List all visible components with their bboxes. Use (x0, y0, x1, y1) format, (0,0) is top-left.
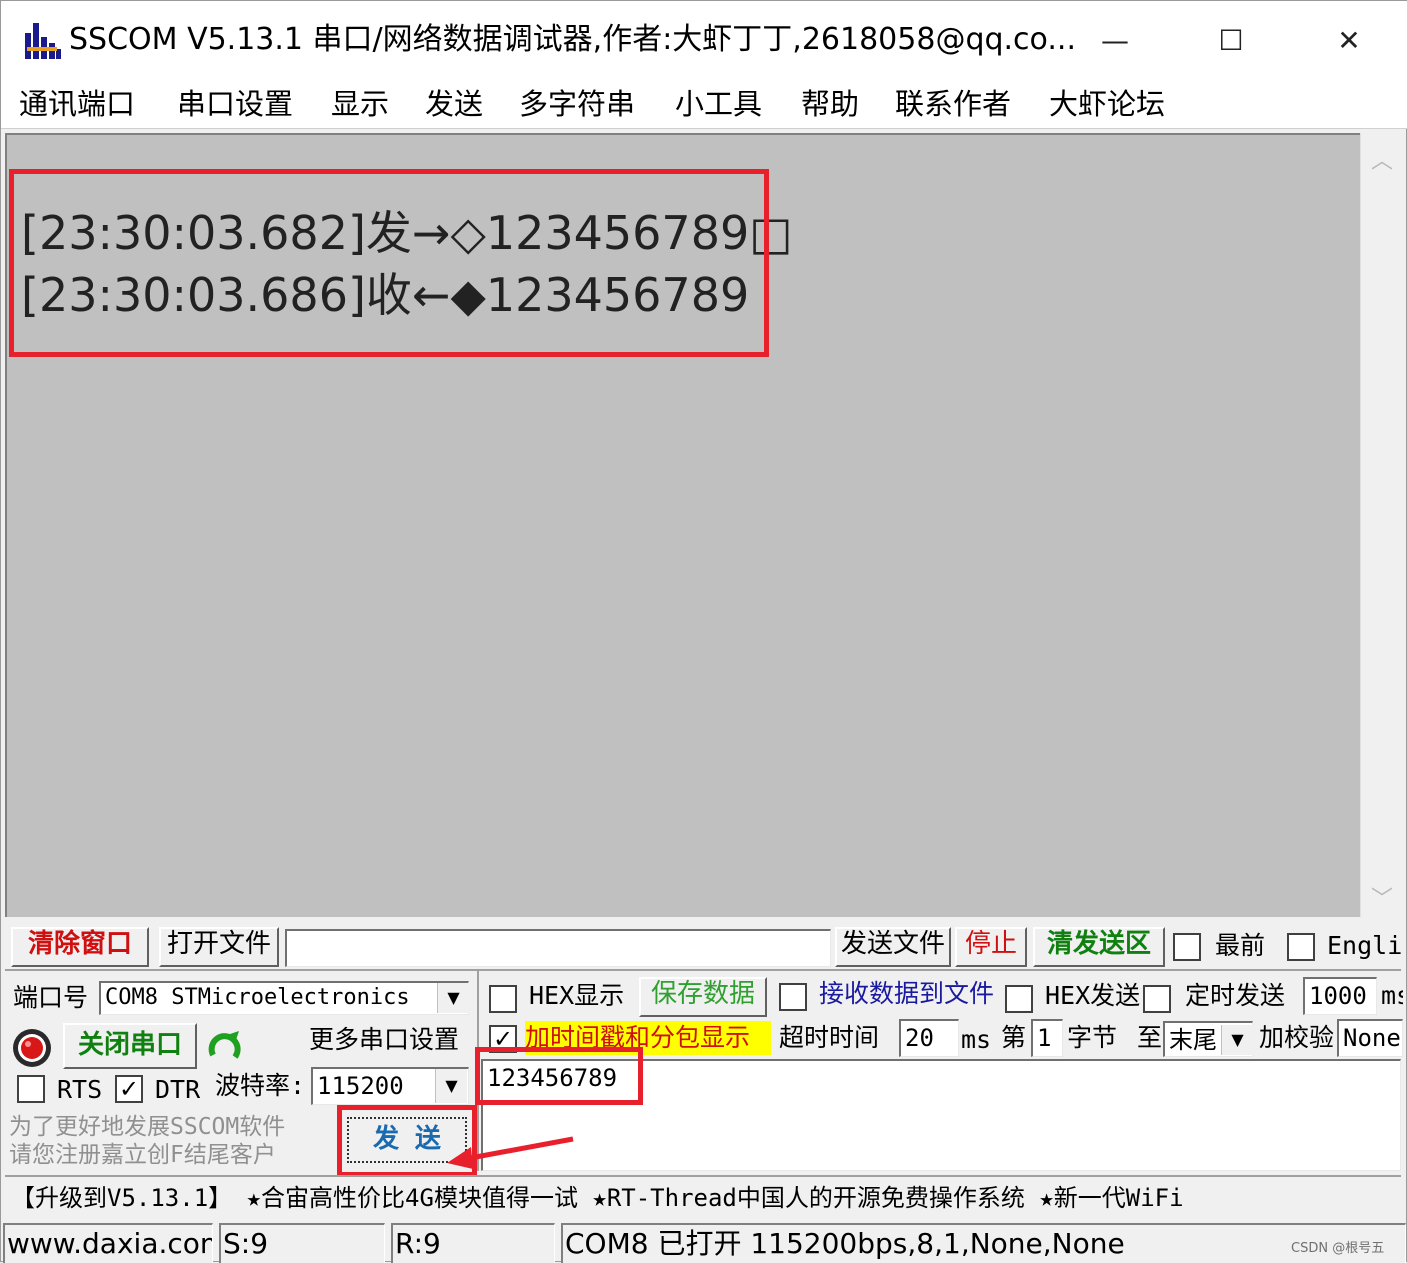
refresh-icon[interactable] (205, 1027, 245, 1067)
menu-comm-port[interactable]: 通讯端口 (19, 85, 135, 123)
status-port-state: COM8 已打开 115200bps,8,1,None,None (561, 1223, 1406, 1263)
timeout-label: 超时时间 (779, 1023, 880, 1052)
open-file-button[interactable]: 打开文件 (159, 927, 279, 967)
more-settings-link[interactable]: 更多串口设置 (309, 1023, 475, 1057)
title-bar: SSCOM V5.13.1 串口/网络数据调试器,作者:大虾丁丁,2618058… (1, 1, 1407, 79)
port-select[interactable]: COM8 STMicroelectronics (99, 981, 469, 1015)
rts-label: RTS (57, 1075, 103, 1104)
english-label: English (1327, 931, 1401, 960)
close-icon: ✕ (1337, 23, 1361, 57)
maximize-icon: ☐ (1218, 23, 1244, 57)
highlight-receive-box (9, 169, 769, 357)
send-file-button[interactable]: 发送文件 (835, 927, 951, 967)
port-dropdown-icon[interactable]: ▼ (437, 983, 469, 1013)
rts-checkbox[interactable] (17, 1075, 45, 1103)
menu-contact-author[interactable]: 联系作者 (895, 85, 1011, 123)
menu-bar: 通讯端口 串口设置 显示 发送 多字符串 小工具 帮助 联系作者 大虾论坛 (1, 79, 1407, 129)
checksum-select[interactable]: None (1337, 1019, 1403, 1057)
hex-display-checkbox[interactable] (489, 985, 517, 1013)
timed-interval-input[interactable]: 1000 (1303, 977, 1377, 1015)
port-select-value: COM8 STMicroelectronics (105, 985, 410, 1010)
timed-send-label: 定时发送 (1185, 981, 1286, 1010)
hex-send-checkbox[interactable] (1005, 985, 1033, 1013)
status-site[interactable]: www.daxia.com (3, 1223, 213, 1263)
byte-label: 字节 (1067, 1023, 1118, 1052)
baud-dropdown-icon[interactable]: ▼ (435, 1069, 467, 1103)
hex-display-label: HEX显示 (529, 981, 625, 1010)
close-port-button[interactable]: 关闭串口 (63, 1023, 197, 1069)
to-label: 至 (1137, 1023, 1163, 1052)
menu-multi-string[interactable]: 多字符串 (519, 85, 635, 123)
maximize-button[interactable]: ☐ (1173, 1, 1289, 79)
recv-to-file-checkbox[interactable] (779, 983, 807, 1011)
watermark: CSDN @根号五 (1291, 1241, 1385, 1256)
clear-send-button[interactable]: 清发送区 (1033, 927, 1165, 967)
ticker-text[interactable]: 【升级到V5.13.1】 ★合宙高性价比4G模块值得一试 ★RT-Thread中… (11, 1181, 1401, 1215)
scroll-down-icon[interactable]: ﹀ (1369, 881, 1395, 912)
timeout-unit-label: ms (961, 1025, 992, 1054)
dtr-label: DTR (155, 1075, 201, 1104)
highlight-send-input-box (475, 1047, 643, 1105)
status-sent-count: S:9 (219, 1223, 385, 1263)
toolbar-divider (5, 969, 1401, 971)
sscom-logo-icon (25, 23, 61, 59)
app-window: SSCOM V5.13.1 串口/网络数据调试器,作者:大虾丁丁,2618058… (0, 0, 1407, 1263)
stop-button[interactable]: 停止 (955, 927, 1027, 967)
topmost-label: 最前 (1215, 931, 1266, 960)
timeout-input[interactable]: 20 (899, 1019, 959, 1057)
menu-serial-settings[interactable]: 串口设置 (177, 85, 293, 123)
window-title: SSCOM V5.13.1 串口/网络数据调试器,作者:大虾丁丁,2618058… (69, 22, 1076, 57)
clear-window-button[interactable]: 清除窗口 (11, 927, 149, 967)
nth-label: 第 (1001, 1023, 1027, 1052)
port-status-led-icon (13, 1029, 51, 1067)
menu-tools[interactable]: 小工具 (675, 85, 762, 123)
topmost-checkbox[interactable] (1173, 933, 1201, 961)
menu-forum[interactable]: 大虾论坛 (1049, 85, 1165, 123)
minimize-button[interactable]: — (1057, 1, 1173, 79)
port-label: 端口号 (13, 983, 89, 1012)
scroll-up-icon[interactable]: ︿ (1369, 143, 1395, 174)
to-select-value: 末尾 (1169, 1026, 1217, 1054)
english-checkbox[interactable] (1287, 933, 1315, 961)
dtr-checkbox[interactable]: ✓ (115, 1075, 143, 1103)
status-received-count: R:9 (391, 1223, 555, 1263)
to-dropdown-icon[interactable]: ▼ (1221, 1025, 1253, 1055)
timed-send-checkbox[interactable] (1143, 985, 1171, 1013)
baud-label: 波特率: (215, 1071, 306, 1100)
minimize-icon: — (1101, 23, 1129, 57)
menu-help[interactable]: 帮助 (801, 85, 859, 123)
nth-byte-input[interactable]: 1 (1031, 1019, 1063, 1057)
promo-text[interactable]: 为了更好地发展SSCOM软件 请您注册嘉立创F结尾客户 (9, 1113, 309, 1173)
hex-send-label: HEX发送 (1045, 981, 1141, 1010)
baud-select-value: 115200 (317, 1072, 404, 1100)
close-button[interactable]: ✕ (1291, 1, 1407, 79)
file-path-input[interactable] (285, 929, 831, 967)
save-data-button[interactable]: 保存数据 (639, 977, 767, 1017)
menu-send[interactable]: 发送 (425, 85, 483, 123)
red-arrow-icon (447, 1136, 574, 1169)
timed-unit-label: ms (1381, 981, 1403, 1010)
receive-scrollbar[interactable]: ︿ ﹀ (1360, 133, 1402, 917)
checksum-label: 加校验 (1259, 1023, 1335, 1052)
ticker-divider (5, 1175, 1401, 1177)
menu-display[interactable]: 显示 (331, 85, 389, 123)
recv-to-file-label: 接收数据到文件 (819, 979, 995, 1008)
